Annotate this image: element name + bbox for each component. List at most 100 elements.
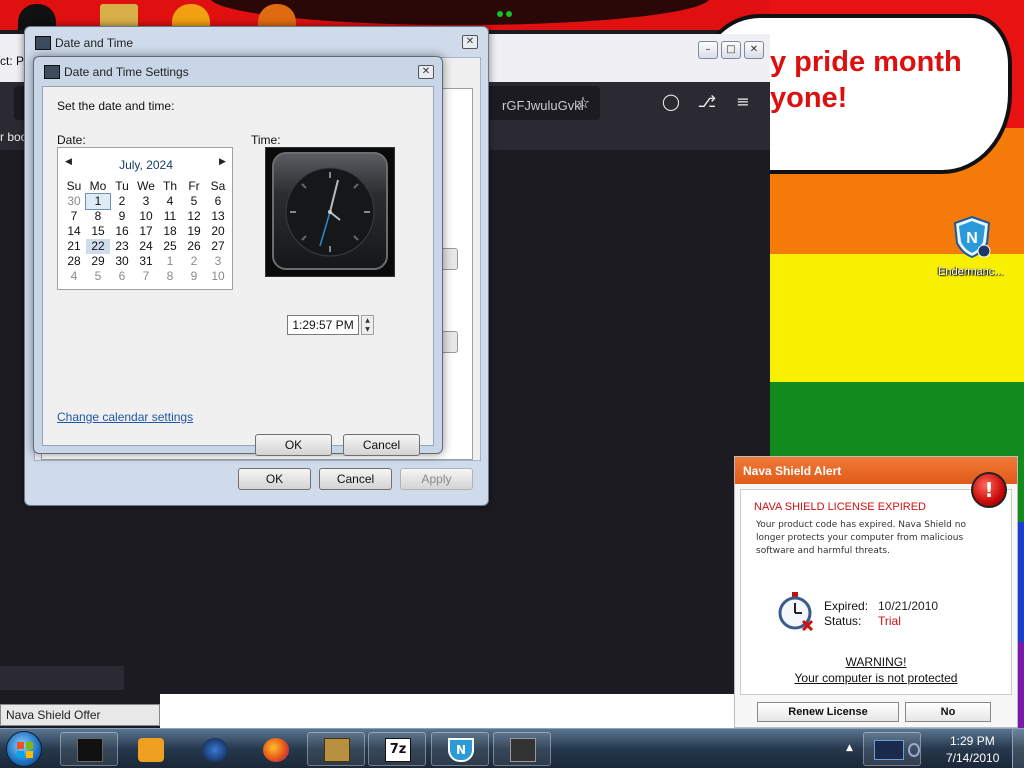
expired-label: Expired:	[824, 599, 869, 613]
calendar-day[interactable]: 23	[110, 239, 134, 254]
calendar-day[interactable]: 31	[134, 254, 158, 269]
calendar-month-year[interactable]: July, 2024	[58, 158, 234, 172]
calendar-day[interactable]: 18	[158, 224, 182, 239]
pocket-icon[interactable]: ◯	[660, 92, 682, 112]
clock-face	[272, 152, 388, 270]
date-time-ok-button[interactable]: OK	[238, 468, 311, 490]
tray-active-app[interactable]	[863, 732, 921, 766]
show-desktop-button[interactable]	[1012, 729, 1024, 768]
calendar-day[interactable]: 3	[134, 194, 158, 209]
no-button[interactable]: No	[905, 702, 991, 722]
calendar-day[interactable]: 30	[110, 254, 134, 269]
calendar-day[interactable]: 24	[134, 239, 158, 254]
calendar-next-icon[interactable]: ▶	[219, 157, 226, 167]
date-time-close-button[interactable]: ✕	[462, 35, 478, 49]
browser-minimize-button[interactable]: –	[698, 41, 718, 59]
calendar-day[interactable]: 9	[110, 209, 134, 224]
browser-maximize-button[interactable]: □	[721, 41, 741, 59]
calendar-day[interactable]: 25	[158, 239, 182, 254]
speech-bubble-text: y pride month yone!	[770, 44, 1010, 116]
calendar-day[interactable]: 16	[110, 224, 134, 239]
taskbar-app-media-player[interactable]	[121, 732, 179, 766]
taskbar-app-7zip[interactable]: 7z	[368, 732, 426, 766]
calendar-day[interactable]: 13	[206, 209, 230, 224]
calendar-day[interactable]: 1	[158, 254, 182, 269]
calendar-day[interactable]: 8	[158, 269, 182, 284]
date-time-apply-button[interactable]: Apply	[400, 468, 473, 490]
desktop-icon-label[interactable]: Endermanc...	[938, 266, 1003, 278]
windows-logo-icon	[17, 742, 33, 758]
calendar-week-row: 21 22 23 24 25 26 27	[62, 239, 230, 254]
calendar-day[interactable]: 20	[206, 224, 230, 239]
change-calendar-settings-link[interactable]: Change calendar settings	[57, 410, 193, 424]
time-label: Time:	[251, 133, 281, 147]
weekday-label: Fr	[188, 179, 200, 193]
calendar-day[interactable]: 15	[86, 224, 110, 239]
spinner-up-icon[interactable]: ▲	[362, 316, 373, 325]
calendar-day[interactable]: 10	[206, 269, 230, 284]
calendar[interactable]: ◀ July, 2024 ▶ Su Mo Tu We Th Fr Sa 30 1…	[57, 147, 233, 290]
taskbar-app-box[interactable]	[307, 732, 365, 766]
bookmark-star-icon[interactable]: ☆	[572, 93, 594, 113]
calendar-day-today[interactable]: 22	[86, 239, 110, 254]
date-time-cancel-button[interactable]: Cancel	[319, 468, 392, 490]
settings-ok-button[interactable]: OK	[255, 434, 332, 456]
spinner-down-icon[interactable]: ▼	[362, 325, 373, 334]
tray-expand-icon[interactable]: ▲	[846, 743, 853, 753]
calendar-day[interactable]: 5	[182, 194, 206, 209]
calendar-day[interactable]: 29	[86, 254, 110, 269]
calendar-day[interactable]: 5	[86, 269, 110, 284]
menu-icon[interactable]: ≡	[732, 92, 754, 112]
taskbar-app-keyboard[interactable]	[493, 732, 551, 766]
calendar-day[interactable]: 12	[182, 209, 206, 224]
calendar-day[interactable]: 19	[182, 224, 206, 239]
weekday-label: Mo	[89, 179, 107, 193]
calendar-day[interactable]: 4	[158, 194, 182, 209]
taskbar-app-nava-shield[interactable]: N	[431, 732, 489, 766]
extensions-icon[interactable]: ⎇	[696, 92, 718, 112]
taskbar-app-terminal[interactable]	[60, 732, 118, 766]
settings-cancel-button[interactable]: Cancel	[343, 434, 420, 456]
date-time-window-icon	[35, 36, 51, 50]
not-protected-link[interactable]: Your computer is not protected	[735, 671, 1017, 685]
calendar-day[interactable]: 17	[134, 224, 158, 239]
calendar-day[interactable]: 11	[158, 209, 182, 224]
renew-license-button[interactable]: Renew License	[757, 702, 899, 722]
calendar-day-selected[interactable]: 1	[85, 193, 111, 210]
nava-shield-offer-bar[interactable]: Nava Shield Offer	[0, 704, 160, 726]
calendar-day[interactable]: 3	[206, 254, 230, 269]
calendar-day[interactable]: 4	[62, 269, 86, 284]
calendar-day[interactable]: 6	[110, 269, 134, 284]
calendar-day[interactable]: 2	[110, 194, 134, 209]
calendar-day[interactable]: 7	[62, 209, 86, 224]
taskbar-app-globe[interactable]	[185, 732, 243, 766]
calendar-week-row: 7 8 9 10 11 12 13	[62, 209, 230, 224]
calendar-week-row: 14 15 16 17 18 19 20	[62, 224, 230, 239]
calendar-day[interactable]: 7	[134, 269, 158, 284]
calendar-day[interactable]: 2	[182, 254, 206, 269]
analog-clock	[265, 147, 395, 277]
calendar-day[interactable]: 10	[134, 209, 158, 224]
calendar-day[interactable]: 30	[62, 194, 86, 209]
calendar-day[interactable]: 6	[206, 194, 230, 209]
calendar-day[interactable]: 21	[62, 239, 86, 254]
time-input[interactable]: 1:29:57 PM	[287, 315, 359, 335]
alert-icon: !	[971, 472, 1007, 508]
settings-close-button[interactable]: ✕	[418, 65, 434, 79]
tray-network-icon	[908, 743, 920, 757]
svg-text:N: N	[966, 230, 978, 247]
time-spinner[interactable]: ▲ ▼	[361, 315, 374, 335]
taskbar-app-firefox[interactable]	[246, 732, 304, 766]
taskbar-clock-date[interactable]: 7/14/2010	[946, 751, 999, 765]
calendar-day[interactable]: 8	[86, 209, 110, 224]
taskbar-clock-time[interactable]: 1:29 PM	[950, 734, 995, 748]
start-button[interactable]	[6, 731, 42, 767]
calendar-day[interactable]: 9	[182, 269, 206, 284]
calendar-day[interactable]: 14	[62, 224, 86, 239]
nava-shield-desktop-icon[interactable]: N	[952, 215, 992, 259]
browser-close-button[interactable]: ✕	[744, 41, 764, 59]
calendar-day[interactable]: 26	[182, 239, 206, 254]
calendar-day[interactable]: 28	[62, 254, 86, 269]
calendar-day[interactable]: 27	[206, 239, 230, 254]
warning-link[interactable]: WARNING!	[735, 655, 1017, 669]
